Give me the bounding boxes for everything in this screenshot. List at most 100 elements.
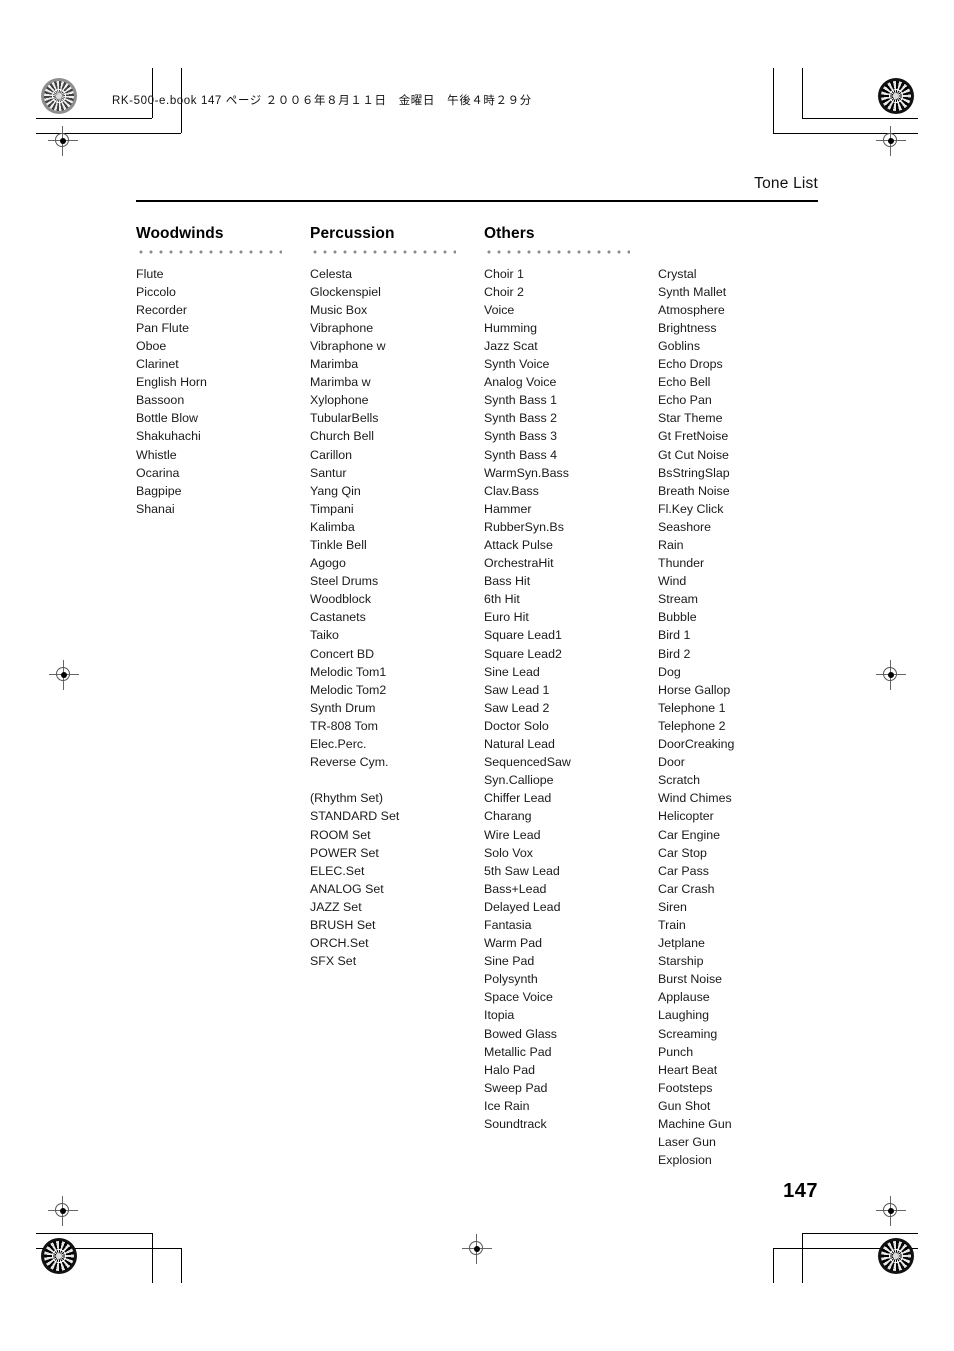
tone-list-item: Siren <box>658 899 687 914</box>
tone-list-item: Bass+Lead <box>484 881 547 896</box>
registration-mark-top-right <box>876 126 906 156</box>
tone-list-item: Scratch <box>658 773 701 788</box>
tone-list-item: Bottle Blow <box>136 411 198 426</box>
tone-list-item: Star Theme <box>658 411 723 426</box>
tone-list-item: Choir 2 <box>484 284 524 299</box>
tone-list-item: Bird 1 <box>658 628 691 643</box>
tone-list-item: Analog Voice <box>484 375 557 390</box>
tone-list-gap <box>310 771 484 789</box>
column-woodwinds: Woodwinds Flute Piccolo Recorder Pan Flute O… <box>136 224 310 1170</box>
tone-list-item: Thunder <box>658 556 705 571</box>
tone-list-item: Wind <box>658 574 687 589</box>
crop-mark-top-right-v <box>802 68 803 118</box>
crop-mark-bottom-right-v <box>802 1233 803 1283</box>
tone-list-item: Solo Vox <box>484 845 533 860</box>
tone-list-item: RubberSyn.Bs <box>484 519 564 534</box>
tone-list-item: Polysynth <box>484 972 538 987</box>
tone-list-item: Sine Pad <box>484 954 535 969</box>
tone-list-item: Metallic Pad <box>484 1044 552 1059</box>
tone-list-item: Punch <box>658 1044 694 1059</box>
tone-list-item: Laughing <box>658 1008 709 1023</box>
tone-list-item: Itopia <box>484 1008 515 1023</box>
tone-list-item: Marimba w <box>310 375 371 390</box>
tone-list-item: Humming <box>484 320 538 335</box>
tone-list-item: Sweep Pad <box>484 1080 548 1095</box>
tone-list-item: Synth Bass 2 <box>484 411 558 426</box>
tone-list-item: Breath Noise <box>658 483 730 498</box>
tone-list-item: Telephone 1 <box>658 700 726 715</box>
tone-list-item: Doctor Solo <box>484 718 549 733</box>
tone-list-item: Euro Hit <box>484 610 529 625</box>
tone-list-item: Whistle <box>136 447 177 462</box>
tone-list-item: Space Voice <box>484 990 553 1005</box>
dotted-rule-percussion <box>310 249 456 254</box>
dotted-rule-others <box>484 249 630 254</box>
tone-list-item: ANALOG Set <box>310 881 384 896</box>
tone-list-item: Charang <box>484 809 532 824</box>
print-job-slug: RK-500-e.book 147 ページ ２００６年８月１１日 金曜日 午後４… <box>112 95 532 107</box>
halftone-target-bottom-left <box>41 1238 77 1274</box>
tone-list-item: Saw Lead 2 <box>484 700 550 715</box>
tone-list-item: Starship <box>658 954 704 969</box>
tone-list-item: Oboe <box>136 338 167 353</box>
tone-list-item: TR-808 Tom <box>310 718 378 733</box>
crop-mark-bottom-left-h <box>36 1233 152 1234</box>
tone-list-item: Attack Pulse <box>484 538 553 552</box>
tone-list-item: Jetplane <box>658 936 705 951</box>
tone-list-item: Soundtrack <box>484 1117 547 1131</box>
registration-mark-bottom-right <box>876 1196 906 1226</box>
crop-mark-bottom-left-v2 <box>181 1248 182 1283</box>
column-others: Others Choir 1 Choir 2 Voice Humming Jazz Sc… <box>484 224 658 1170</box>
crop-mark-bottom-right-h <box>802 1233 918 1234</box>
tone-list-item: Telephone 2 <box>658 718 726 733</box>
tone-list-item: POWER Set <box>310 845 379 860</box>
tone-list-item: Church Bell <box>310 429 375 444</box>
tone-list-item: Yang Qin <box>310 483 361 498</box>
tone-list-item: Synth Mallet <box>658 284 727 299</box>
tone-list-item: Footsteps <box>658 1080 713 1095</box>
tone-list-item: Delayed Lead <box>484 899 561 914</box>
tone-list-item: Carillon <box>310 447 353 462</box>
tone-list-item: Synth Bass 3 <box>484 429 558 444</box>
tone-list-item: Clav.Bass <box>484 483 539 498</box>
tone-list-item: Santur <box>310 465 347 480</box>
tone-list-item: Burst Noise <box>658 972 723 987</box>
tone-list-item: OrchestraHit <box>484 556 554 571</box>
column-title-percussion: Percussion <box>310 224 395 242</box>
crop-mark-bottom-right-v2 <box>773 1248 774 1283</box>
tone-list-item: Stream <box>658 592 698 607</box>
tone-list-item: Bowed Glass <box>484 1026 558 1041</box>
tone-list-item: Vibraphone <box>310 320 374 335</box>
tone-list-item: Car Engine <box>658 827 720 842</box>
tone-list-item: Bubble <box>658 610 697 625</box>
page-content: Tone List Woodwinds Flute Piccolo Recorder… <box>136 175 818 1202</box>
tone-list-item: Bass Hit <box>484 574 531 589</box>
header-rule <box>136 200 818 202</box>
tone-list-item: Echo Drops <box>658 357 723 372</box>
tone-list-item: Dog <box>658 664 681 679</box>
tone-list-item: Melodic Tom1 <box>310 664 387 679</box>
tone-list-item: Piccolo <box>136 284 176 299</box>
registration-mark-left-middle <box>49 660 79 690</box>
tone-list-item: Elec.Perc. <box>310 737 367 752</box>
tone-list-item: Chiffer Lead <box>484 791 552 806</box>
halftone-target-top-left <box>41 78 77 114</box>
tone-list-item: TubularBells <box>310 411 379 426</box>
tone-list-item: Recorder <box>136 302 187 317</box>
tone-list-item: Castanets <box>310 610 366 625</box>
tone-list-item: Clarinet <box>136 357 179 372</box>
tone-list-item: Flute <box>136 266 164 281</box>
registration-mark-bottom-left <box>48 1196 78 1226</box>
tone-list-item: Shanai <box>136 501 175 516</box>
dotted-rule-woodwinds <box>136 249 282 254</box>
halftone-target-bottom-right <box>878 1238 914 1274</box>
tone-list-item: Warm Pad <box>484 936 543 951</box>
tone-list-item: Synth Drum <box>310 700 376 715</box>
tone-list-item: Concert BD <box>310 646 375 661</box>
tone-list-item: Gt Cut Noise <box>658 447 729 462</box>
tone-list-item: BRUSH Set <box>310 917 376 932</box>
tone-list-item: Door <box>658 755 685 770</box>
tone-list-item: Seashore <box>658 519 712 534</box>
registration-mark-right-middle <box>876 660 906 690</box>
tone-list-item: Atmosphere <box>658 302 725 317</box>
